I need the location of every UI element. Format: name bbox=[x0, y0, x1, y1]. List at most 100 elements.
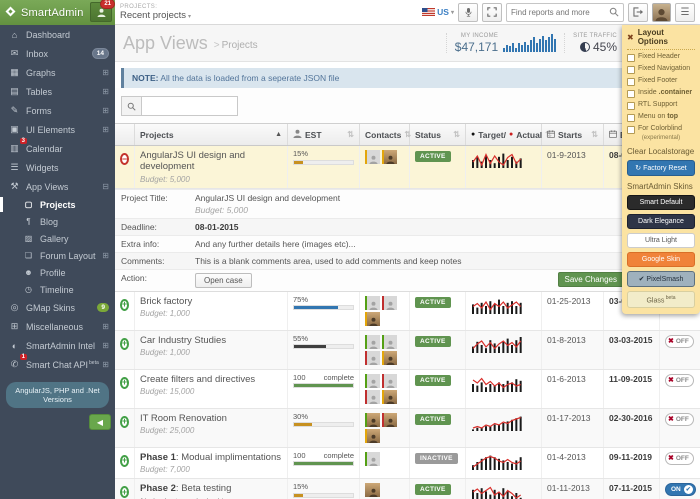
sign-out-button[interactable] bbox=[628, 3, 648, 22]
header-search-input[interactable] bbox=[511, 8, 609, 17]
layout-option-menu-on-top[interactable]: Menu on top bbox=[627, 113, 695, 122]
table-row[interactable]: +Create filters and directivesBudget: 15… bbox=[115, 370, 700, 409]
voice-command-button[interactable] bbox=[458, 3, 478, 22]
sidebar-item-app-views[interactable]: ⚒App Views⊟ bbox=[0, 177, 115, 196]
sidebar-item-gmap-skins[interactable]: ◎GMap Skins9 bbox=[0, 298, 115, 317]
sidebar-item-miscellaneous[interactable]: ⊞Miscellaneous⊞ bbox=[0, 317, 115, 336]
column-header-status[interactable]: Status⇅ bbox=[410, 124, 466, 145]
table-row[interactable]: −AngularJS UI design and developmentBudg… bbox=[115, 146, 700, 189]
skin-button-glass[interactable]: Glass beta bbox=[627, 291, 695, 308]
contact-avatar[interactable] bbox=[382, 335, 397, 349]
collapse-row-icon[interactable]: − bbox=[120, 153, 129, 165]
skin-button-dark-elegance[interactable]: Dark Elegance bbox=[627, 214, 695, 229]
contact-avatar[interactable] bbox=[365, 413, 380, 427]
expand-cell[interactable]: + bbox=[115, 331, 135, 369]
table-row[interactable]: +Brick factoryBudget: 1,00075%ACTIVE01-2… bbox=[115, 292, 700, 331]
expand-row-icon[interactable]: + bbox=[120, 455, 129, 467]
factory-reset-button[interactable]: ↻ Factory Reset bbox=[627, 160, 695, 176]
sort-icon[interactable]: ⇅ bbox=[453, 130, 460, 139]
activity-button[interactable]: 21 bbox=[90, 2, 112, 22]
row-toggle[interactable]: ON✔ bbox=[665, 483, 696, 496]
project-selector[interactable]: PROJECTS: Recent projects▾ bbox=[120, 4, 191, 21]
expand-cell[interactable]: + bbox=[115, 409, 135, 447]
minify-nav-button[interactable]: ◀ bbox=[89, 414, 111, 430]
expand-cell[interactable]: + bbox=[115, 479, 135, 499]
expand-cell[interactable]: + bbox=[115, 370, 135, 408]
sidebar-item-timeline[interactable]: ◷Timeline bbox=[0, 281, 115, 298]
expand-icon[interactable]: ⊞ bbox=[102, 125, 109, 134]
layout-option-fixed-footer[interactable]: Fixed Footer bbox=[627, 77, 695, 86]
fullscreen-button[interactable] bbox=[482, 3, 502, 22]
table-row[interactable]: +Car Industry StudiesBudget: 1,00055%ACT… bbox=[115, 331, 700, 370]
checkbox[interactable] bbox=[627, 90, 635, 98]
open-case-button[interactable]: Open case bbox=[195, 273, 252, 288]
contact-avatar[interactable] bbox=[365, 374, 380, 388]
layout-option-for-colorblind[interactable]: For Colorblind bbox=[627, 125, 695, 134]
sidebar-item-forms[interactable]: ✎Forms⊞ bbox=[0, 101, 115, 120]
expand-cell[interactable]: + bbox=[115, 448, 135, 478]
save-changes-button[interactable]: Save Changes bbox=[558, 272, 624, 287]
versions-button[interactable]: AngularJS, PHP and .Net Versions bbox=[6, 382, 109, 408]
user-avatar[interactable] bbox=[652, 3, 671, 22]
sort-icon[interactable]: ⇅ bbox=[591, 130, 598, 139]
column-header-starts[interactable]: Starts⇅ bbox=[542, 124, 604, 145]
table-row[interactable]: +IT Room RenovationBudget: 25,00030%ACTI… bbox=[115, 409, 700, 448]
checkbox[interactable] bbox=[627, 78, 635, 86]
row-toggle[interactable]: ✖OFF bbox=[665, 413, 694, 426]
row-toggle[interactable]: ✖OFF bbox=[665, 452, 694, 465]
language-selector[interactable]: US▾ bbox=[422, 7, 454, 17]
expand-row-icon[interactable]: + bbox=[120, 377, 129, 389]
layout-option-rtl-support[interactable]: RTL Support bbox=[627, 101, 695, 110]
layout-option-fixed-header[interactable]: Fixed Header bbox=[627, 53, 695, 62]
sidebar-item-forum-layout[interactable]: ❏Forum Layout⊞ bbox=[0, 247, 115, 264]
column-header-target-actual[interactable]: ●Target/●Actual⇅ bbox=[466, 124, 542, 145]
sort-icon[interactable]: ▲ bbox=[275, 131, 282, 138]
column-header-contacts[interactable]: Contacts⇅ bbox=[360, 124, 410, 145]
sidebar-item-blog[interactable]: ¶Blog bbox=[0, 213, 115, 230]
sidebar-item-calendar[interactable]: ▥3Calendar bbox=[0, 139, 115, 158]
sidebar-item-graphs[interactable]: ▦Graphs⊞ bbox=[0, 63, 115, 82]
expand-cell[interactable]: − bbox=[115, 146, 135, 188]
checkbox[interactable] bbox=[627, 66, 635, 74]
contact-avatar[interactable] bbox=[382, 351, 397, 365]
close-icon[interactable]: ✖ bbox=[627, 33, 634, 42]
contact-avatar[interactable] bbox=[382, 374, 397, 388]
skin-button-smart-default[interactable]: Smart Default bbox=[627, 195, 695, 210]
checkbox[interactable] bbox=[627, 114, 635, 122]
contact-avatar[interactable] bbox=[365, 150, 380, 164]
contact-avatar[interactable] bbox=[382, 150, 397, 164]
contact-avatar[interactable] bbox=[365, 296, 380, 310]
row-toggle[interactable]: ✖OFF bbox=[665, 335, 694, 348]
contact-avatar[interactable] bbox=[382, 296, 397, 310]
contact-avatar[interactable] bbox=[382, 390, 397, 404]
column-header-est[interactable]: EST⇅ bbox=[288, 124, 360, 145]
row-toggle[interactable]: ✖OFF bbox=[665, 374, 694, 387]
search-icon[interactable] bbox=[609, 7, 619, 17]
sidebar-item-projects[interactable]: ▢Projects bbox=[0, 196, 115, 213]
expand-icon[interactable]: ⊞ bbox=[102, 106, 109, 115]
sidebar-item-widgets[interactable]: ☰Widgets bbox=[0, 158, 115, 177]
sidebar-item-gallery[interactable]: ▨Gallery bbox=[0, 230, 115, 247]
sidebar-item-tables[interactable]: ▤Tables⊞ bbox=[0, 82, 115, 101]
menu-button[interactable]: ☰ bbox=[675, 3, 695, 22]
sidebar-item-dashboard[interactable]: ⌂Dashboard bbox=[0, 25, 115, 44]
contact-avatar[interactable] bbox=[365, 452, 380, 466]
expand-icon[interactable]: ⊞ bbox=[102, 68, 109, 77]
sidebar-item-smartadmin-intel[interactable]: ◐SmartAdmin Intel⊞ bbox=[0, 336, 115, 355]
sort-icon[interactable]: ⇅ bbox=[347, 130, 354, 139]
column-header-projects[interactable]: Projects▲ bbox=[135, 124, 288, 145]
checkbox[interactable] bbox=[627, 102, 635, 110]
expand-icon[interactable]: ⊞ bbox=[102, 251, 109, 260]
table-search-input[interactable] bbox=[141, 96, 238, 116]
sidebar-item-inbox[interactable]: ✉Inbox14 bbox=[0, 44, 115, 63]
expand-row-icon[interactable]: + bbox=[120, 299, 129, 311]
sidebar-item-smart-chat-api[interactable]: ✆1Smart Chat APIbeta⊞ bbox=[0, 355, 115, 374]
sidebar-item-ui-elements[interactable]: ▣UI Elements⊞ bbox=[0, 120, 115, 139]
contact-avatar[interactable] bbox=[365, 335, 380, 349]
expand-icon[interactable]: ⊞ bbox=[102, 87, 109, 96]
contact-avatar[interactable] bbox=[365, 483, 380, 497]
contact-avatar[interactable] bbox=[365, 390, 380, 404]
table-row[interactable]: +Phase 1: Modual implimentationsBudget: … bbox=[115, 448, 700, 479]
layout-option-inside-container[interactable]: Inside .container bbox=[627, 89, 695, 98]
expand-icon[interactable]: ⊟ bbox=[102, 182, 109, 191]
